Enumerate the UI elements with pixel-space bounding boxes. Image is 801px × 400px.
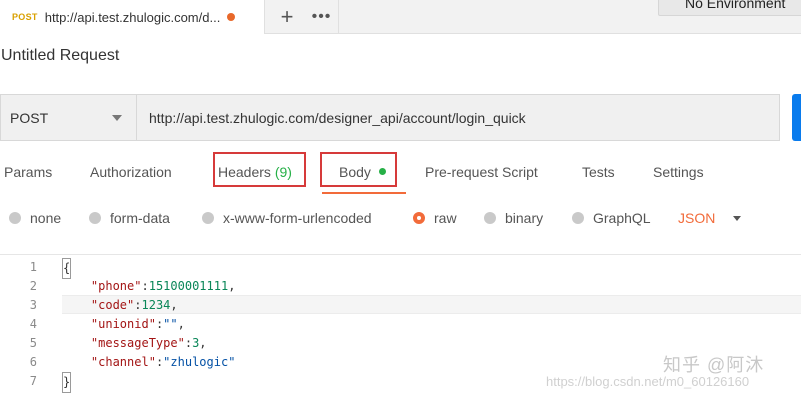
line-number: 6 xyxy=(29,355,37,369)
tab-settings[interactable]: Settings xyxy=(653,164,704,184)
chevron-down-icon xyxy=(112,114,122,121)
radio-circle xyxy=(484,212,496,224)
new-tab-button[interactable]: + xyxy=(272,0,302,34)
json-colon: : xyxy=(141,279,149,293)
chevron-down-icon xyxy=(733,215,742,221)
radio-circle xyxy=(202,212,214,224)
json-comma: , xyxy=(199,336,207,350)
radio-circle xyxy=(9,212,21,224)
csdn-watermark: https://blog.csdn.net/m0_60126160 xyxy=(546,374,750,389)
tab-authorization[interactable]: Authorization xyxy=(90,164,172,184)
request-title[interactable]: Untitled Request xyxy=(1,47,119,65)
request-tab[interactable]: POST http://api.test.zhulogic.com/d... xyxy=(0,0,265,34)
json-value: "" xyxy=(163,317,178,331)
json-colon: : xyxy=(134,298,142,312)
code-text: "phone":15100001111, xyxy=(62,277,236,296)
more-tabs-button[interactable]: ••• xyxy=(305,0,339,34)
radio-raw[interactable]: raw xyxy=(413,208,457,228)
json-comma: , xyxy=(170,298,178,312)
radio-form-data-label: form-data xyxy=(110,210,170,226)
method-select[interactable]: POST xyxy=(0,94,136,141)
radio-binary[interactable]: binary xyxy=(484,208,543,228)
code-text: "channel":"zhulogic" xyxy=(62,353,236,372)
json-comma: , xyxy=(177,317,185,331)
json-key: "messageType" xyxy=(90,336,185,350)
headers-highlight-box xyxy=(213,152,306,187)
radio-form-data[interactable]: form-data xyxy=(89,208,170,228)
close-brace: } xyxy=(62,372,72,393)
radio-graphql-label: GraphQL xyxy=(593,210,651,226)
unsaved-changes-dot xyxy=(227,13,236,21)
tab-prerequest-script[interactable]: Pre-request Script xyxy=(425,164,538,184)
line-number: 2 xyxy=(29,279,37,293)
tab-bar: POST http://api.test.zhulogic.com/d... +… xyxy=(0,0,801,34)
request-tab-method: POST xyxy=(12,12,38,22)
radio-circle-selected xyxy=(413,212,425,224)
radio-urlencoded-label: x-www-form-urlencoded xyxy=(223,210,372,226)
url-input[interactable]: http://api.test.zhulogic.com/designer_ap… xyxy=(136,94,780,141)
json-comma: , xyxy=(228,279,236,293)
tab-params[interactable]: Params xyxy=(4,164,52,184)
send-button[interactable] xyxy=(792,94,801,141)
format-select-label: JSON xyxy=(678,210,716,226)
tab-tests[interactable]: Tests xyxy=(582,164,615,184)
line-number: 7 xyxy=(29,374,37,388)
radio-raw-label: raw xyxy=(434,210,457,226)
line-number: 4 xyxy=(29,317,37,331)
code-text: "messageType":3, xyxy=(62,334,207,353)
code-line: 1 { xyxy=(0,258,801,279)
body-tab-underline xyxy=(322,192,406,194)
json-colon: : xyxy=(184,336,193,350)
environment-select[interactable]: No Environment xyxy=(658,0,801,16)
json-key: "phone" xyxy=(90,279,142,293)
code-line: 2 "phone":15100001111, xyxy=(0,277,801,296)
json-key: "unionid" xyxy=(90,317,156,331)
line-number: 5 xyxy=(29,336,37,350)
radio-graphql[interactable]: GraphQL xyxy=(572,208,651,228)
radio-circle xyxy=(572,212,584,224)
radio-none[interactable]: none xyxy=(9,208,61,228)
radio-binary-label: binary xyxy=(505,210,544,226)
code-text: "code":1234, xyxy=(62,296,178,315)
json-value: 15100001111 xyxy=(148,279,229,293)
format-select[interactable]: JSON xyxy=(678,208,742,228)
open-brace: { xyxy=(62,258,72,279)
radio-circle xyxy=(89,212,101,224)
radio-none-label: none xyxy=(30,210,62,226)
line-number: 1 xyxy=(29,260,37,274)
method-select-label: POST xyxy=(10,109,49,126)
json-value: "zhulogic" xyxy=(163,355,236,369)
request-tab-url: http://api.test.zhulogic.com/d... xyxy=(44,9,221,25)
line-number: 3 xyxy=(29,298,37,312)
json-value: 1234 xyxy=(141,298,171,312)
code-text: "unionid":"", xyxy=(62,315,185,334)
json-key: "channel" xyxy=(90,355,156,369)
body-highlight-box xyxy=(320,152,397,187)
radio-urlencoded[interactable]: x-www-form-urlencoded xyxy=(202,208,372,228)
code-line: 3 "code":1234, xyxy=(0,296,801,315)
json-key: "code" xyxy=(90,298,135,312)
code-line: 4 "unionid":"", xyxy=(0,315,801,334)
